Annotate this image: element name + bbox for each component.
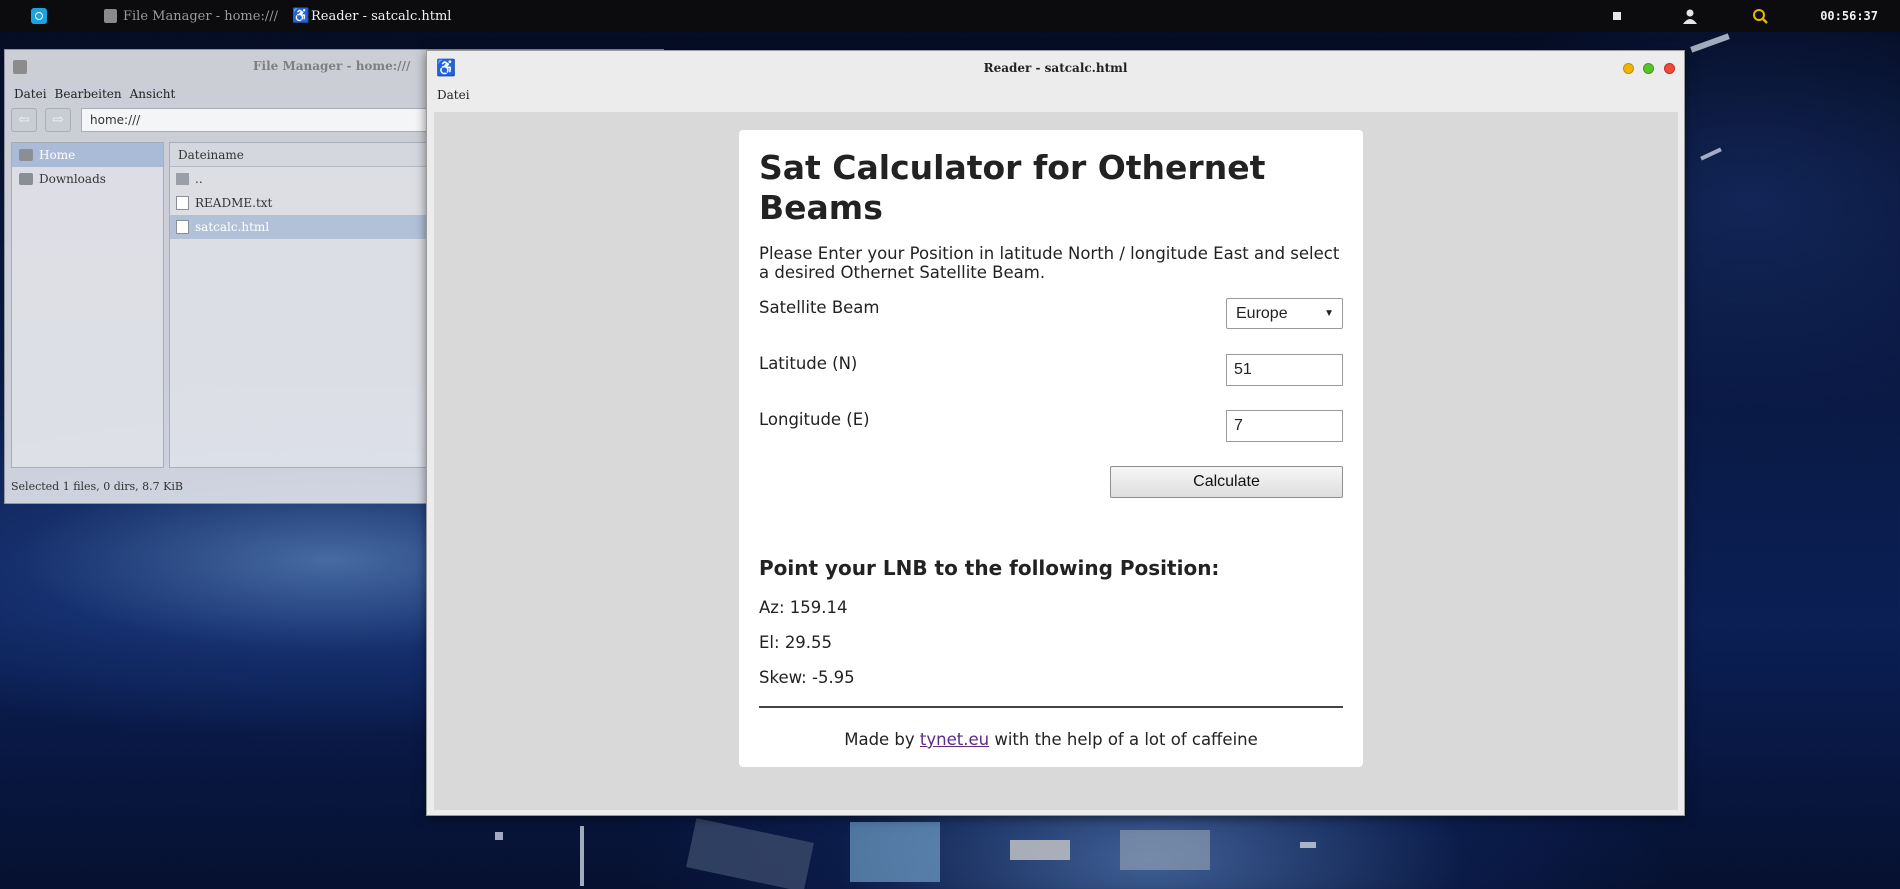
latitude-row: Latitude (N) 51 [759,354,1343,410]
beam-label: Satellite Beam [759,298,880,317]
reader-viewport: Sat Calculator for Othernet Beams Please… [434,112,1678,810]
file-name: README.txt [195,196,273,210]
footer-suffix: with the help of a lot of caffeine [989,730,1258,749]
user-icon[interactable] [1682,0,1698,32]
longitude-input[interactable]: 7 [1226,410,1343,442]
result-heading: Point your LNB to the following Position… [759,556,1220,580]
html-file-icon [176,220,189,234]
longitude-label: Longitude (E) [759,410,870,429]
taskbar-item-reader[interactable]: ♿ Reader - satcalc.html [292,0,451,32]
taskbar-item-file-manager[interactable]: File Manager - home:/// [104,0,278,32]
reader-menubar: Datei [427,85,1684,105]
file-manager-icon [104,9,117,23]
beam-select[interactable]: Europe ▼ [1226,298,1343,329]
reader-window: ♿ Reader - satcalc.html Datei Sat Calcul… [426,50,1685,816]
menu-datei[interactable]: Datei [14,87,47,101]
back-button[interactable]: ⇦ [11,108,37,132]
intro-text: Please Enter your Position in latitude N… [759,244,1340,282]
menu-datei[interactable]: Datei [437,88,470,102]
close-button[interactable] [1664,63,1675,74]
longitude-row: Longitude (E) 7 [759,410,1343,466]
maximize-button[interactable] [1643,63,1654,74]
background-debris [686,818,814,889]
menu-ansicht[interactable]: Ansicht [130,87,176,101]
dropdown-arrow-icon: ▼ [1324,308,1334,319]
taskbar-item-label: File Manager - home:/// [123,8,278,24]
minimize-button[interactable] [1623,63,1634,74]
button-row: Calculate [759,466,1343,556]
taskbar-item-label: Reader - satcalc.html [311,8,452,24]
background-debris [850,822,940,882]
search-icon[interactable] [1752,0,1768,32]
window-title: Reader - satcalc.html [983,61,1128,75]
background-debris [495,832,503,840]
window-title: File Manager - home:/// [253,59,411,73]
sidebar-item-label: Downloads [39,172,106,186]
beam-select-value: Europe [1236,305,1288,322]
sidebar-item-home[interactable]: Home [12,143,163,167]
divider [759,706,1343,708]
top-panel: File Manager - home:/// ♿ Reader - satca… [0,0,1900,32]
background-debris [1120,830,1210,870]
sidebar-item-downloads[interactable]: Downloads [12,167,163,191]
folder-icon [176,173,189,185]
status-bar: Selected 1 files, 0 dirs, 8.7 KiB [11,480,183,493]
background-debris [1690,33,1730,53]
skew-result: Skew: -5.95 [759,668,855,687]
text-file-icon [176,196,189,210]
latitude-label: Latitude (N) [759,354,858,373]
reader-icon: ♿ [292,8,310,24]
beam-row: Satellite Beam Europe ▼ [759,298,1343,354]
azimuth-result: Az: 159.14 [759,598,848,617]
background-debris [1010,840,1070,860]
tray-stop-icon[interactable] [1613,0,1621,32]
calculate-button[interactable]: Calculate [1110,466,1343,498]
footer-link[interactable]: tynet.eu [920,730,989,749]
footer-prefix: Made by [844,730,920,749]
file-name: .. [195,172,203,186]
forward-button[interactable]: ⇨ [45,108,71,132]
reader-titlebar[interactable]: ♿ Reader - satcalc.html [427,51,1684,85]
sidebar: Home Downloads [11,142,164,468]
clock: 00:56:37 [1820,9,1878,23]
file-name: satcalc.html [195,220,270,234]
downloads-folder-icon [19,173,33,185]
footer-text: Made by tynet.eu with the help of a lot … [759,730,1343,749]
file-manager-icon [13,60,27,74]
home-folder-icon [19,149,33,161]
elevation-result: El: 29.55 [759,633,833,652]
background-debris [1700,147,1722,161]
page-card: Sat Calculator for Othernet Beams Please… [739,130,1363,767]
page-title: Sat Calculator for Othernet Beams [759,148,1266,227]
sidebar-item-label: Home [39,148,76,162]
menu-bearbeiten[interactable]: Bearbeiten [55,87,122,101]
app-menu-icon[interactable] [31,8,47,24]
background-debris [580,826,584,886]
latitude-input[interactable]: 51 [1226,354,1343,386]
background-debris [1300,842,1316,848]
